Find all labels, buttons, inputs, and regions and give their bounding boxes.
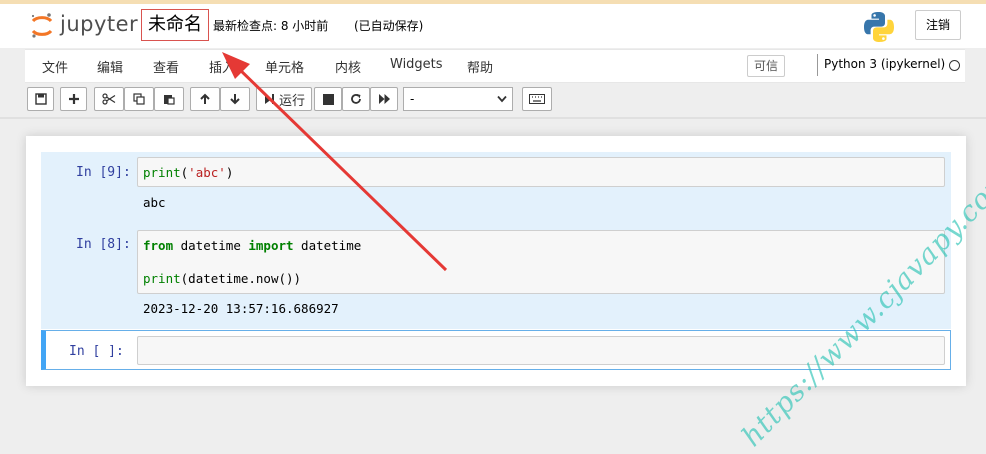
cut-button[interactable] <box>94 87 124 111</box>
chevron-down-icon <box>497 95 507 103</box>
cell-output: 2023-12-20 13:57:16.686927 <box>143 301 339 316</box>
checkpoint-status: 最新检查点: 8 小时前 <box>213 19 329 33</box>
cell-prompt: In [8]: <box>76 237 131 252</box>
trusted-badge[interactable]: 可信 <box>747 55 786 77</box>
save-button[interactable] <box>27 87 54 111</box>
scissors-icon <box>102 93 116 105</box>
run-button[interactable]: 运行 <box>256 87 312 111</box>
menu-bar: 文件 编辑 查看 插入 单元格 内核 Widgets 帮助 可信 Python … <box>25 49 965 83</box>
menu-cell[interactable]: 单元格 <box>265 57 304 76</box>
cell-type-value: - <box>410 92 415 106</box>
cell-type-select[interactable]: - <box>403 87 513 111</box>
run-button-label: 运行 <box>278 93 305 109</box>
command-palette-button[interactable] <box>522 87 552 111</box>
menu-widgets[interactable]: Widgets <box>390 57 443 72</box>
cell-output: abc <box>143 195 166 210</box>
autosave-status: (已自动保存) <box>354 19 424 33</box>
insert-cell-button[interactable] <box>60 87 87 111</box>
code-line: print(datetime.now()) <box>143 271 302 286</box>
kernel-idle-icon <box>949 60 960 71</box>
notebook-name[interactable]: 未命名 <box>141 9 209 41</box>
menu-kernel[interactable]: 内核 <box>335 57 361 76</box>
restart-button[interactable] <box>342 87 370 111</box>
jupyter-logo-text: jupyter <box>60 12 139 36</box>
header-divider <box>0 117 986 119</box>
menu-edit[interactable]: 编辑 <box>97 57 123 76</box>
code-cell-input[interactable]: from datetime import datetime print(date… <box>137 230 945 294</box>
interrupt-button[interactable] <box>314 87 342 111</box>
fast-forward-icon <box>378 94 390 104</box>
arrow-down-icon <box>230 94 240 105</box>
cell-prompt: In [ ]: <box>69 344 124 359</box>
menu-view[interactable]: 查看 <box>153 57 179 76</box>
plus-icon <box>68 94 79 104</box>
code-line: print('abc') <box>143 165 234 180</box>
code-cell-input[interactable]: print('abc') <box>137 157 945 187</box>
save-icon <box>34 93 47 105</box>
restart-run-all-button[interactable] <box>370 87 398 111</box>
code-line: from datetime import datetime <box>143 238 362 253</box>
step-forward-icon <box>264 94 274 104</box>
copy-button[interactable] <box>124 87 154 111</box>
menu-file[interactable]: 文件 <box>42 57 68 76</box>
header: jupyter 未命名 最新检查点: 8 小时前 (已自动保存) 注销 <box>0 4 986 48</box>
cell-prompt: In [9]: <box>76 165 131 180</box>
stop-icon <box>322 93 334 105</box>
paste-icon <box>164 95 175 105</box>
move-down-button[interactable] <box>220 87 250 111</box>
menu-help[interactable]: 帮助 <box>467 57 493 76</box>
toolbar: 运行 - <box>0 84 986 116</box>
paste-button[interactable] <box>154 87 184 111</box>
arrow-up-icon <box>200 93 210 104</box>
kernel-name[interactable]: Python 3 (ipykernel) <box>824 57 945 71</box>
keyboard-icon <box>529 94 545 104</box>
jupyter-logo-icon <box>31 13 53 38</box>
move-up-button[interactable] <box>190 87 220 111</box>
logout-button[interactable]: 注销 <box>915 10 961 40</box>
menu-insert[interactable]: 插入 <box>209 57 235 76</box>
refresh-icon <box>351 94 361 104</box>
copy-icon <box>133 93 145 105</box>
python-logo-icon <box>864 12 894 42</box>
kernel-separator <box>817 54 818 76</box>
